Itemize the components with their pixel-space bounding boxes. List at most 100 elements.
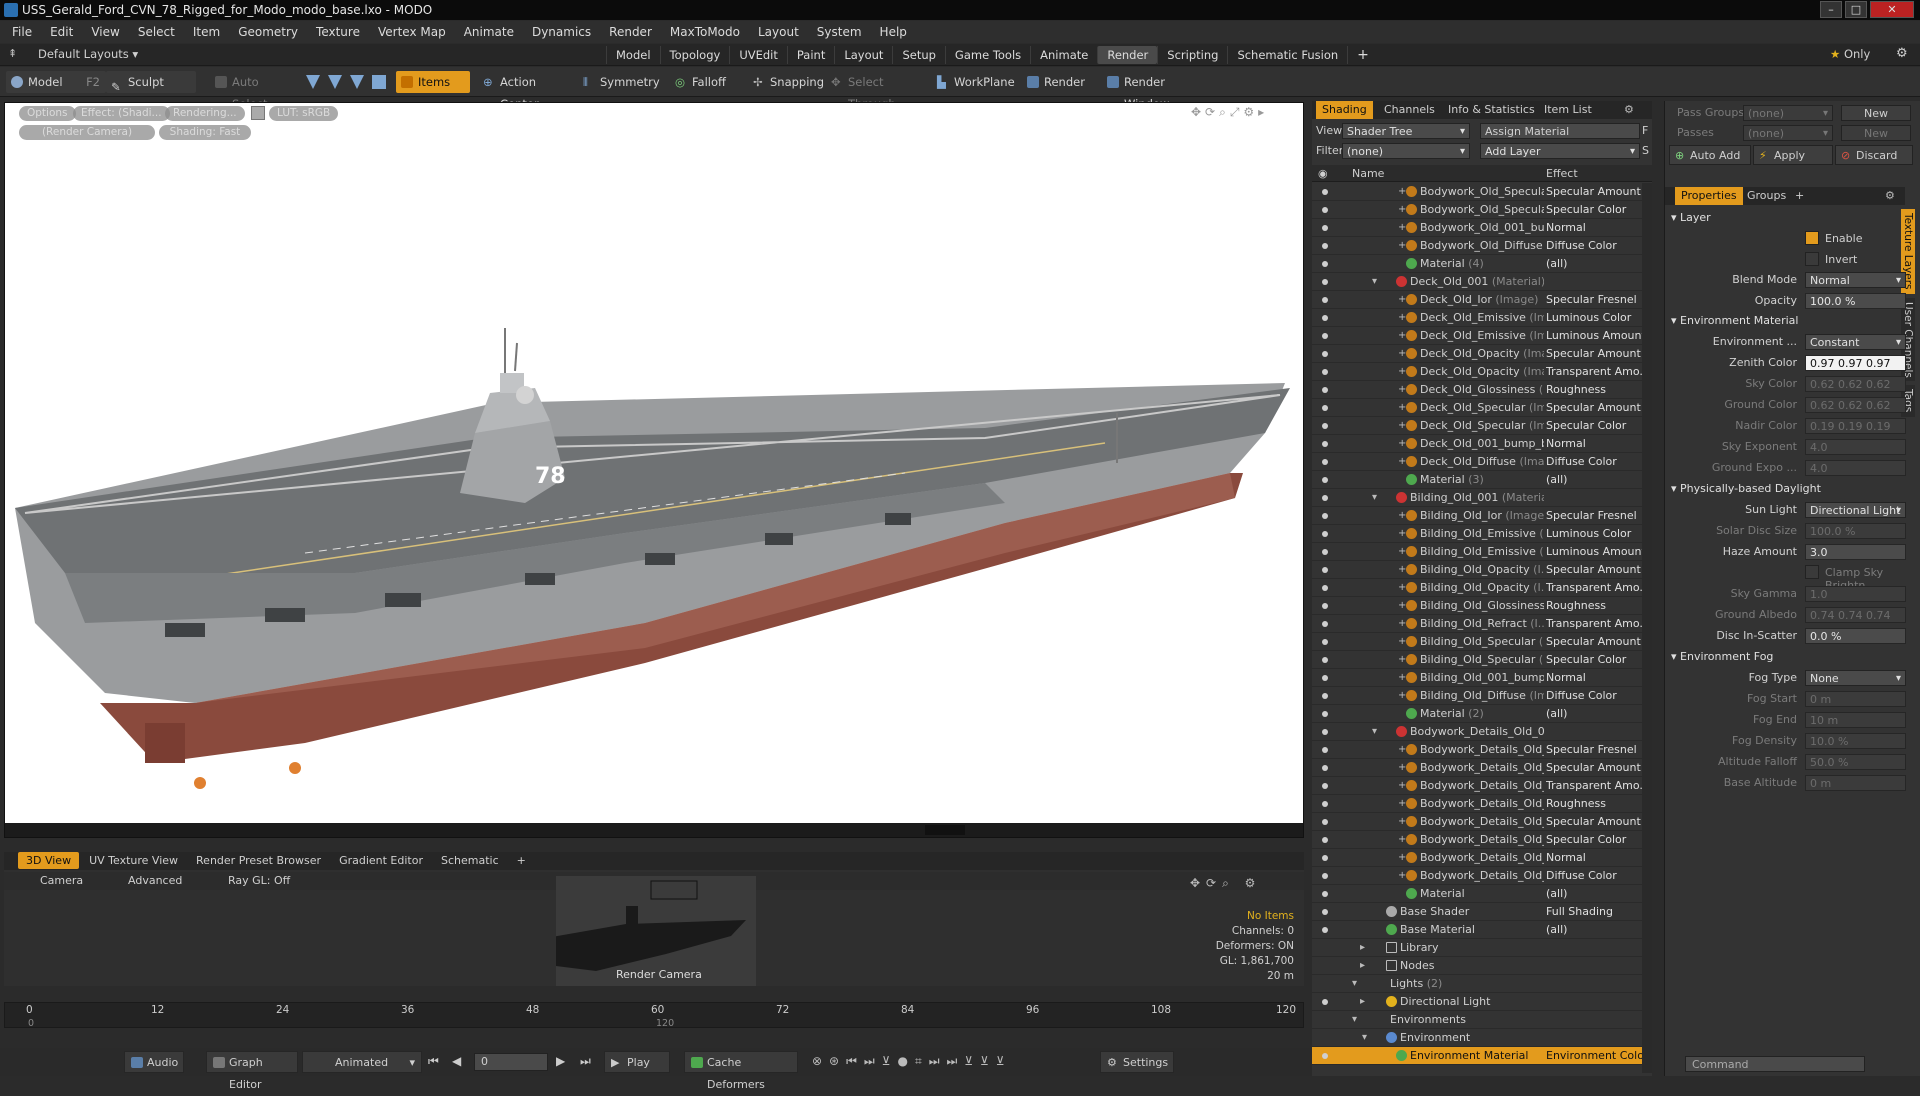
visibility-eye-icon[interactable] [1319,456,1331,468]
tree-row[interactable]: Material (3)(all)▾ [1312,471,1652,489]
assign-material-button[interactable]: Assign Material [1480,123,1640,139]
visibility-eye-icon[interactable] [1319,726,1331,738]
tab-game-tools[interactable]: Game Tools [944,46,1030,64]
timeline[interactable]: 0 12 24 36 48 60 72 84 96 108 120 0 120 [0,990,1312,1040]
polygon-select-icon[interactable] [350,75,364,89]
tab-setup[interactable]: Setup [892,46,944,64]
tree-row[interactable]: +Bodywork_Old_Specula...Specular Color▾ [1312,201,1652,219]
tree-row[interactable]: ▸ Library [1312,939,1652,957]
sky-gamma-field[interactable]: 1.0 [1805,586,1906,602]
tree-row[interactable]: +Deck_Old_Opacity (Ima...Specular Amount… [1312,345,1652,363]
gear-icon[interactable]: ⚙ [1896,46,1908,61]
menu-system[interactable]: System [817,25,862,39]
tab-animate[interactable]: Animate [1030,46,1097,64]
minimize-button[interactable]: – [1820,1,1842,18]
graph-editor-button[interactable]: Graph Editor [206,1051,298,1091]
tree-row[interactable]: +Bilding_Old_001_bump ...Normal▾ [1312,669,1652,687]
layer-effect[interactable]: Diffuse Color [1546,237,1646,255]
tab-gradient-editor[interactable]: Gradient Editor [331,852,431,869]
tree-row[interactable]: +Bilding_Old_Ior (Image)Specular Fresnel… [1312,507,1652,525]
ground-exponent-field[interactable]: 4.0 [1805,460,1906,476]
visibility-eye-icon[interactable] [1319,294,1331,306]
layout-selector[interactable]: Default Layouts ▾ [38,47,138,61]
auto-add-button[interactable]: ⊕ Auto Add [1669,145,1751,165]
visibility-eye-icon[interactable] [1319,924,1331,936]
tab-layout[interactable]: Layout [834,46,892,64]
material-select-icon[interactable] [372,75,386,89]
tab-schematic-fusion[interactable]: Schematic Fusion [1227,46,1347,64]
fog-section-header[interactable]: ▾ Environment Fog [1671,650,1773,663]
layer-effect[interactable]: Luminous Amount [1546,543,1646,561]
3d-viewport[interactable]: Options Effect: (Shadi... Rendering... L… [4,102,1304,838]
edge-select-icon[interactable] [328,75,342,89]
menu-layout[interactable]: Layout [758,25,799,39]
layer-effect[interactable]: Diffuse Color [1546,453,1646,471]
menu-animate[interactable]: Animate [464,25,514,39]
close-button[interactable]: ✕ [1870,1,1914,18]
tree-row[interactable]: +Deck_Old_Diffuse (Ima...Diffuse Color▾ [1312,453,1652,471]
falloff-button[interactable]: ◎ Falloff [670,71,750,93]
tree-row[interactable]: +Bilding_Old_Opacity (I...Transparent Am… [1312,579,1652,597]
menu-view[interactable]: View [91,25,119,39]
tree-row[interactable]: Base Material(all)▾ [1312,921,1652,939]
tree-row[interactable]: Material (4)(all)▾ [1312,255,1652,273]
tree-row[interactable]: +Bodywork_Details_Old_...Roughness▾ [1312,795,1652,813]
visibility-eye-icon[interactable] [1319,384,1331,396]
new-pass-disabled-button[interactable]: New [1841,125,1911,141]
visibility-eye-icon[interactable] [1319,402,1331,414]
fog-density-field[interactable]: 10.0 % [1805,733,1906,749]
menu-edit[interactable]: Edit [50,25,73,39]
tab-topology[interactable]: Topology [659,46,730,64]
visibility-eye-icon[interactable] [1319,564,1331,576]
visibility-eye-icon[interactable] [1319,312,1331,324]
key-tools-icons[interactable]: ⊗⊛⏮⏭⊻●⌗⏭⏭⊻⊻⊻ [812,1054,1012,1069]
blend-mode-dropdown[interactable]: Normal [1805,272,1906,289]
layer-effect[interactable]: (all) [1546,885,1646,903]
layer-effect[interactable]: Roughness [1546,381,1646,399]
visibility-eye-icon[interactable] [1319,744,1331,756]
s-button[interactable]: S [1642,144,1649,157]
layer-section-header[interactable]: ▾ Layer [1671,211,1711,224]
visibility-eye-icon[interactable] [1319,762,1331,774]
visibility-eye-icon[interactable] [1319,582,1331,594]
layer-effect[interactable]: Specular Fresnel [1546,741,1646,759]
visibility-eye-icon[interactable] [1319,834,1331,846]
command-input[interactable]: Command [1685,1056,1865,1072]
tree-row[interactable]: ▾ Bilding_Old_001 (Material) [1312,489,1652,507]
shader-tree-scrollbar[interactable] [1642,183,1652,1073]
expand-arrow-icon[interactable]: ▾ [1352,975,1357,993]
visibility-eye-icon[interactable] [1319,222,1331,234]
visibility-eye-icon[interactable] [1319,528,1331,540]
visibility-eye-icon[interactable] [1319,672,1331,684]
audio-button[interactable]: Audio [124,1051,184,1073]
visibility-eye-icon[interactable] [1319,906,1331,918]
nadir-color-field[interactable]: 0.19 0.19 0.19 [1805,418,1906,434]
daylight-section-header[interactable]: ▾ Physically-based Daylight [1671,482,1821,495]
tree-row[interactable]: +Bodywork_Details_Old_...Normal▾ [1312,849,1652,867]
first-frame-icon[interactable]: ⏮ [428,1054,439,1069]
menu-render[interactable]: Render [609,25,652,39]
tree-row[interactable]: ▾ Lights (2) [1312,975,1652,993]
settings-button[interactable]: ⚙ Settings [1100,1051,1174,1073]
layer-effect[interactable]: Luminous Amount [1546,327,1646,345]
visibility-eye-icon[interactable] [1319,474,1331,486]
tree-row[interactable]: ▾ Environments [1312,1011,1652,1029]
expand-arrow-icon[interactable]: ▸ [1360,957,1365,975]
tab-uvedit[interactable]: UVEdit [729,46,787,64]
last-frame-icon[interactable]: ⏭ [580,1054,591,1069]
tab-scripting[interactable]: Scripting [1157,46,1227,64]
visibility-eye-icon[interactable] [1319,258,1331,270]
tab-properties[interactable]: Properties [1675,187,1743,205]
select-through-button[interactable]: ✥Select Through [826,71,930,111]
menu-file[interactable]: File [12,25,32,39]
tree-row[interactable]: +Deck_Old_Specular (Im...Specular Amount… [1312,399,1652,417]
tree-row[interactable]: Material(all)▾ [1312,885,1652,903]
vertex-select-icon[interactable] [306,75,320,89]
tree-row[interactable]: +Bodywork_Details_Old_...Specular Amount… [1312,759,1652,777]
next-frame-icon[interactable]: ▶ [556,1054,565,1068]
visibility-eye-icon[interactable] [1319,276,1331,288]
menu-geometry[interactable]: Geometry [238,25,298,39]
visibility-eye-icon[interactable] [1319,204,1331,216]
layer-effect[interactable]: Environment Color [1546,1047,1646,1065]
layer-effect[interactable]: Specular Amount [1546,399,1646,417]
